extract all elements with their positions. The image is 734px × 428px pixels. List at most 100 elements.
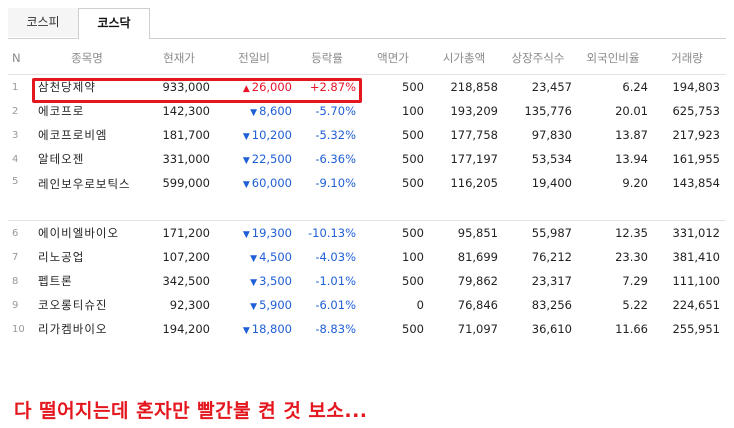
market-cap: 218,858 [450,80,498,94]
listed-shares: 83,256 [531,298,572,312]
down-arrow-icon: ▼ [250,302,258,312]
tab-kospi[interactable]: 코스피 [8,8,78,37]
down-arrow-icon: ▼ [250,254,258,264]
foreign-ratio: 5.22 [622,298,648,312]
table-row[interactable]: 9 코오롱티슈진 92,300 ▼ 5,900 -6.01% 0 76,846 83,256 5.… [8,293,726,317]
current-price: 342,500 [162,274,210,288]
listed-shares: 76,212 [531,250,572,264]
stock-name-link[interactable]: 리노공업 [32,245,148,269]
caption-text: 다 떨어지는데 혼자만 빨간불 켠 것 보소... [14,400,368,422]
listed-shares: 135,776 [524,104,572,118]
market-cap: 81,699 [457,250,498,264]
change-value: ▼ 18,800 [216,317,298,341]
stock-name-link[interactable]: 알테오젠 [32,147,148,171]
foreign-ratio: 6.24 [622,80,648,94]
change-amount: 26,000 [251,80,292,94]
foreign-ratio: 11.66 [615,322,648,336]
market-cap: 116,205 [450,176,498,190]
face-value: 500 [402,152,424,166]
change-value: ▼ 10,200 [216,123,298,147]
current-price: 107,200 [162,250,210,264]
foreign-ratio: 12.35 [578,220,654,245]
row-number: 8 [12,275,19,287]
trade-volume: 224,651 [672,298,720,312]
market-cap: 177,758 [450,128,498,142]
stock-name-link[interactable]: 에코프로비엠 [32,123,148,147]
table-row[interactable]: 10 리가켐바이오 194,200 ▼ 18,800 -8.83% 500 71,097 36,… [8,317,726,341]
current-price: 599,000 [162,176,210,190]
table-row[interactable]: 4 알테오젠 331,000 ▼ 22,500 -6.36% 500 177,197 53,53… [8,147,726,171]
stock-name-link[interactable]: 삼천당제약 [32,75,148,100]
change-rate: -10.13% [298,220,362,245]
market-cap: 71,097 [457,322,498,336]
face-value: 500 [402,176,424,190]
listed-shares: 97,830 [531,128,572,142]
foreign-ratio: 9.20 [622,176,648,190]
trade-volume: 255,951 [672,322,720,336]
up-arrow-icon: ▲ [242,84,250,94]
change-rate: +2.87% [309,80,356,94]
listed-shares: 19,400 [531,176,572,190]
foreign-ratio: 7.29 [622,274,648,288]
change-value: ▼ 3,500 [216,269,298,293]
stock-name-link[interactable]: 에코프로 [32,99,148,123]
change-amount: 18,800 [251,322,292,336]
col-header-foreign-ratio: 외국인비율 [578,42,654,75]
face-value: 100 [402,104,424,118]
change-value: ▲ 26,000 [216,75,298,100]
market-cap: 79,862 [457,274,498,288]
stock-name-link[interactable]: 리가켐바이오 [32,317,148,341]
col-header-change: 전일비 [216,42,298,75]
change-value: ▼ 8,600 [216,99,298,123]
table-row[interactable]: 5 레인보우로보틱스 599,000 ▼ 60,000 -9.10% 500 116,205 1… [8,171,726,221]
face-value: 500 [402,274,424,288]
stock-name-link[interactable]: 레인보우로보틱스 [32,171,148,221]
table-row[interactable]: 7 리노공업 107,200 ▼ 4,500 -4.03% 100 81,699 76,212 2… [8,245,726,269]
down-arrow-icon: ▼ [242,230,250,240]
listed-shares: 55,987 [504,220,578,245]
trade-volume: 381,410 [672,250,720,264]
trade-volume: 161,955 [672,152,720,166]
market-tabs: 코스피 코스닥 [8,8,726,39]
table-row[interactable]: 6 에이비엘바이오 171,200 ▼ 19,300 -10.13% 500 95,851 55… [8,220,726,245]
down-arrow-icon: ▼ [242,180,250,190]
change-amount: 10,200 [251,128,292,142]
table-row[interactable]: 2 에코프로 142,300 ▼ 8,600 -5.70% 100 193,209 135,77… [8,99,726,123]
table-row[interactable]: 8 펩트론 342,500 ▼ 3,500 -1.01% 500 79,862 23,317 7.… [8,269,726,293]
stock-name-link[interactable]: 에이비엘바이오 [32,220,148,245]
foreign-ratio: 13.94 [615,152,648,166]
row-number: 4 [12,153,19,165]
col-header-volume: 거래량 [654,42,726,75]
face-value: 500 [402,322,424,336]
change-value: ▼ 5,900 [216,293,298,317]
change-amount: 60,000 [251,176,292,190]
face-value: 500 [402,128,424,142]
foreign-ratio: 13.87 [615,128,648,142]
table-row[interactable]: 3 에코프로비엠 181,700 ▼ 10,200 -5.32% 500 177,758 97,… [8,123,726,147]
row-number: 2 [12,105,19,117]
stock-name-link[interactable]: 코오롱티슈진 [32,293,148,317]
listed-shares: 53,534 [531,152,572,166]
change-rate: -9.10% [315,176,356,190]
trade-volume: 217,923 [672,128,720,142]
change-amount: 22,500 [251,152,292,166]
change-amount: 19,300 [251,226,292,240]
foreign-ratio: 23.30 [615,250,648,264]
change-amount: 3,500 [259,274,292,288]
trade-volume: 111,100 [672,274,720,288]
face-value: 100 [402,250,424,264]
trade-volume: 194,803 [672,80,720,94]
change-rate: -5.70% [315,104,356,118]
col-header-rate: 등락률 [298,42,362,75]
face-value: 500 [402,80,424,94]
tab-kosdaq[interactable]: 코스닥 [78,8,150,39]
stock-name-link[interactable]: 펩트론 [32,269,148,293]
change-rate: -6.36% [315,152,356,166]
face-value: 0 [416,298,424,312]
stock-table: N 종목명 현재가 전일비 등락률 액면가 시가총액 상장주식수 외국인비율 거… [8,42,726,341]
current-price: 933,000 [162,80,210,94]
row-number: 10 [12,323,25,335]
change-value: ▼ 19,300 [216,220,298,245]
change-value: ▼ 60,000 [216,171,298,221]
table-row[interactable]: 1 삼천당제약 933,000 ▲ 26,000 +2.87% 500 218,858 23,4… [8,75,726,100]
